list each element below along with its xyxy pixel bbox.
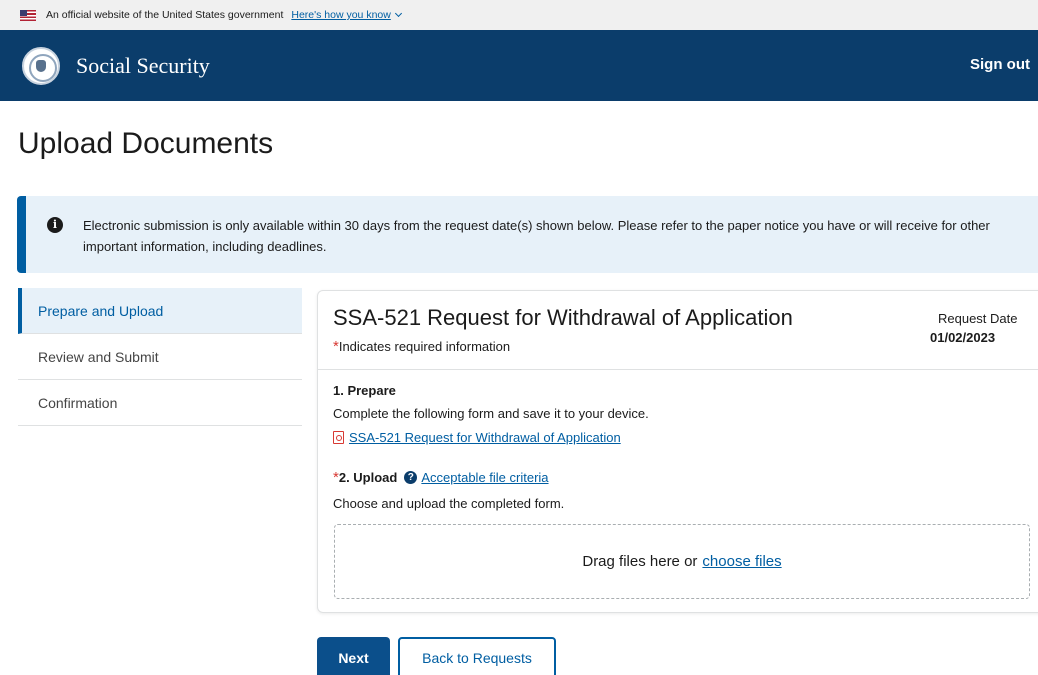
back-to-requests-button[interactable]: Back to Requests	[398, 637, 556, 675]
request-date-label: Request Date	[938, 311, 1018, 326]
info-icon: i	[47, 217, 63, 233]
step-prepare-text: Complete the following form and save it …	[333, 406, 649, 421]
required-note-text: Indicates required information	[338, 339, 511, 354]
sidenav-item-confirmation[interactable]: Confirmation	[18, 380, 302, 426]
alert-text: Electronic submission is only available …	[83, 218, 990, 254]
page-title: Upload Documents	[18, 127, 274, 160]
sidenav-item-prepare-upload[interactable]: Prepare and Upload	[18, 288, 302, 334]
site-brand[interactable]: Social Security	[76, 53, 210, 79]
sign-out-link[interactable]: Sign out	[970, 56, 1030, 73]
form-download-row: SSA-521 Request for Withdrawal of Applic…	[333, 430, 621, 445]
step-upload-text: Choose and upload the completed form.	[333, 496, 565, 511]
next-button[interactable]: Next	[317, 637, 390, 675]
gov-banner-text: An official website of the United States…	[46, 9, 284, 21]
document-card: SSA-521 Request for Withdrawal of Applic…	[317, 290, 1038, 613]
step-prepare-heading: 1. Prepare	[333, 383, 396, 398]
step-sidenav: Prepare and Upload Review and Submit Con…	[18, 288, 302, 426]
pdf-icon	[333, 431, 344, 444]
required-note: *Indicates required information	[333, 338, 510, 355]
sidenav-item-review-submit[interactable]: Review and Submit	[18, 334, 302, 380]
ssa-seal-logo[interactable]	[22, 46, 60, 85]
acceptable-file-criteria-link[interactable]: Acceptable file criteria	[421, 470, 548, 485]
form-download-link[interactable]: SSA-521 Request for Withdrawal of Applic…	[349, 430, 621, 445]
choose-files-link[interactable]: choose files	[702, 553, 781, 570]
step-upload-heading-row: * 2. Upload ? Acceptable file criteria	[333, 469, 549, 486]
card-header: SSA-521 Request for Withdrawal of Applic…	[318, 291, 1038, 370]
info-alert: i Electronic submission is only availabl…	[17, 196, 1038, 273]
form-title: SSA-521 Request for Withdrawal of Applic…	[333, 305, 793, 330]
file-dropzone[interactable]: Drag files here or choose files	[334, 524, 1030, 599]
question-circle-icon[interactable]: ?	[404, 471, 418, 484]
request-date-value: 01/02/2023	[930, 330, 996, 345]
gov-banner: An official website of the United States…	[0, 0, 1038, 30]
dropzone-text: Drag files here or	[582, 553, 698, 570]
us-flag-icon	[20, 9, 36, 21]
heres-how-you-know-link[interactable]: Here's how you know	[291, 9, 390, 21]
chevron-down-icon[interactable]	[394, 9, 402, 17]
step-upload-heading: 2. Upload	[338, 470, 398, 485]
site-header: Social Security Sign out	[0, 30, 1038, 101]
